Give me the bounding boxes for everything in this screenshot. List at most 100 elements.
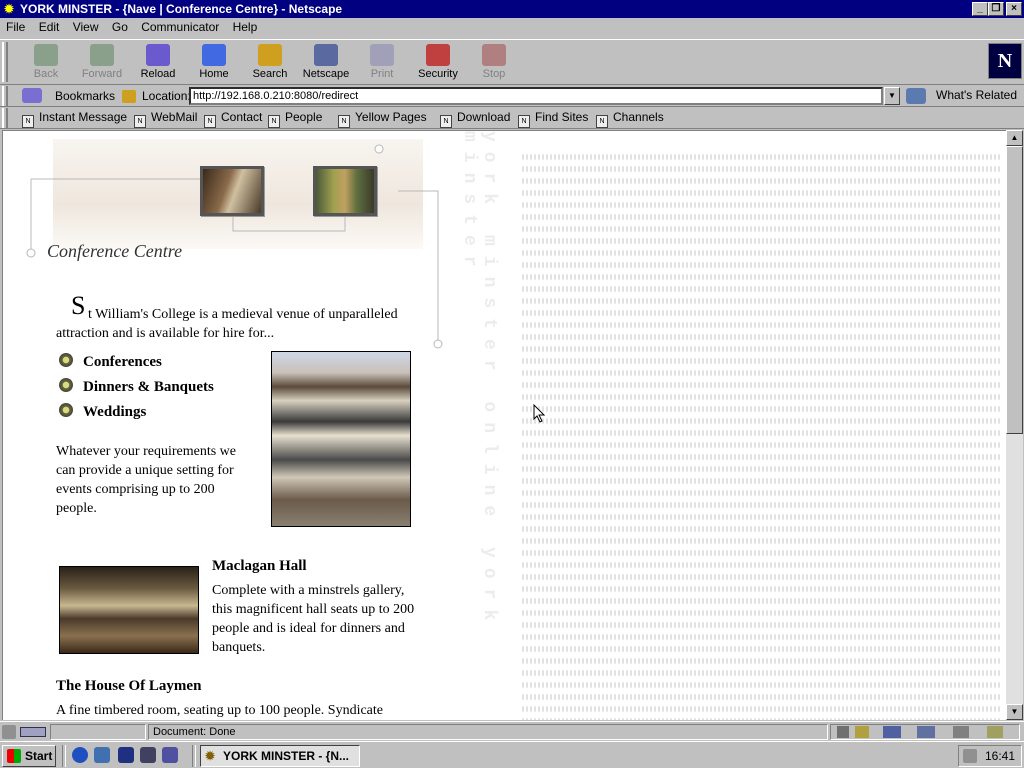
messenger-icon[interactable] bbox=[855, 726, 869, 738]
menu-bar: File Edit View Go Communicator Help bbox=[0, 18, 1024, 38]
personal-toolbar: N Instant Message N WebMail N Contact N People N… bbox=[0, 107, 1024, 129]
security-lock-icon[interactable] bbox=[2, 725, 16, 739]
navigator-icon[interactable] bbox=[837, 726, 849, 738]
intro-text: t William's College is a medieval venue … bbox=[56, 307, 398, 341]
scheduler-icon[interactable] bbox=[963, 749, 977, 763]
composer-icon[interactable] bbox=[987, 726, 1003, 738]
personal-item-contact[interactable]: N Contact bbox=[204, 110, 262, 128]
bookmarks-icon[interactable] bbox=[22, 88, 42, 103]
menu-go[interactable]: Go bbox=[108, 18, 134, 34]
maximize-button[interactable]: ❐ bbox=[988, 2, 1004, 16]
security-button[interactable]: Security bbox=[410, 44, 466, 84]
address-book-icon[interactable] bbox=[953, 726, 969, 738]
back-button[interactable]: Back bbox=[18, 44, 74, 84]
home-icon bbox=[202, 44, 226, 66]
print-button[interactable]: Print bbox=[354, 44, 410, 84]
personal-item-webmail[interactable]: N WebMail bbox=[134, 110, 197, 128]
print-icon bbox=[370, 44, 394, 66]
page-title: Conference Centre bbox=[47, 241, 183, 261]
list-item: Dinners & Banquets bbox=[59, 378, 214, 396]
hall-title: Maclagan Hall bbox=[212, 558, 307, 574]
clock[interactable]: 16:41 bbox=[985, 749, 1015, 763]
yellow-pages-icon: N bbox=[338, 115, 350, 128]
status-text: Document: Done bbox=[148, 724, 828, 740]
location-grip[interactable] bbox=[2, 86, 8, 106]
mail-icon[interactable] bbox=[883, 726, 901, 738]
taskbar-window-button[interactable]: ✹ YORK MINSTER - {N... bbox=[200, 745, 360, 767]
newsgroups-icon[interactable] bbox=[917, 726, 935, 738]
netscape-window-icon: ✹ bbox=[3, 2, 15, 16]
taskbar-divider bbox=[192, 745, 196, 767]
channels-icon[interactable] bbox=[140, 747, 156, 763]
dotted-background bbox=[521, 151, 1001, 720]
taskbar-divider bbox=[62, 745, 66, 767]
forward-button[interactable]: Forward bbox=[74, 44, 130, 84]
personal-item-instant-message[interactable]: N Instant Message bbox=[22, 110, 127, 128]
stop-icon bbox=[482, 44, 506, 66]
reload-button[interactable]: Reload bbox=[130, 44, 186, 84]
rose-bullet-icon bbox=[59, 378, 73, 392]
menu-communicator[interactable]: Communicator bbox=[137, 18, 225, 34]
close-button[interactable]: × bbox=[1006, 2, 1022, 16]
hall-text: Complete with a minstrels gallery, this … bbox=[212, 583, 415, 655]
internet-explorer-icon[interactable] bbox=[72, 747, 88, 763]
vertical-scrollbar[interactable]: ▲ ▼ bbox=[1006, 130, 1023, 720]
mouse-cursor-icon bbox=[533, 404, 546, 423]
laymen-title: The House Of Laymen bbox=[56, 678, 202, 694]
location-toolbar: Bookmarks Location: http://192.168.0.210… bbox=[0, 85, 1024, 107]
menu-file[interactable]: File bbox=[2, 18, 31, 34]
whats-related-icon[interactable] bbox=[906, 88, 926, 104]
reload-icon bbox=[146, 44, 170, 66]
bookmarks-button[interactable]: Bookmarks bbox=[55, 89, 115, 103]
rose-bullet-icon bbox=[59, 403, 73, 417]
maclagan-hall-photo bbox=[59, 566, 199, 654]
netscape-logo-icon[interactable]: N bbox=[988, 43, 1022, 79]
component-bar bbox=[830, 724, 1020, 740]
personal-item-channels[interactable]: N Channels bbox=[596, 110, 664, 128]
webmail-icon: N bbox=[134, 115, 146, 128]
netscape-quicklaunch-icon[interactable] bbox=[162, 747, 178, 763]
scroll-thumb[interactable] bbox=[1006, 146, 1023, 434]
search-button[interactable]: Search bbox=[242, 44, 298, 84]
page-proxy-icon[interactable] bbox=[122, 90, 136, 103]
scroll-up-button[interactable]: ▲ bbox=[1006, 130, 1023, 146]
download-icon: N bbox=[440, 115, 452, 128]
list-item: Weddings bbox=[59, 403, 146, 421]
college-photo bbox=[271, 351, 411, 527]
forward-arrow-icon bbox=[90, 44, 114, 66]
whats-related-button[interactable]: What's Related bbox=[936, 88, 1017, 102]
personal-grip[interactable] bbox=[2, 108, 8, 128]
scroll-down-button[interactable]: ▼ bbox=[1006, 704, 1023, 720]
laymen-text: A fine timbered room, seating up to 100 … bbox=[56, 703, 383, 718]
rose-bullet-icon bbox=[59, 353, 73, 367]
nave-thumbnail[interactable] bbox=[200, 166, 264, 216]
menu-edit[interactable]: Edit bbox=[35, 18, 66, 34]
progress-field bbox=[50, 724, 146, 740]
channels-icon: N bbox=[596, 115, 608, 128]
requirements-text: Whatever your requirements we can provid… bbox=[56, 444, 236, 516]
personal-item-yellow-pages[interactable]: N Yellow Pages bbox=[338, 110, 427, 128]
menu-view[interactable]: View bbox=[69, 18, 105, 34]
minimize-button[interactable]: _ bbox=[972, 2, 988, 16]
menu-help[interactable]: Help bbox=[229, 18, 264, 34]
personal-item-find-sites[interactable]: N Find Sites bbox=[518, 110, 588, 128]
people-icon: N bbox=[268, 115, 280, 128]
netscape-button[interactable]: Netscape bbox=[298, 44, 354, 84]
show-desktop-icon[interactable] bbox=[118, 747, 134, 763]
personal-item-download[interactable]: N Download bbox=[440, 110, 510, 128]
url-dropdown-button[interactable]: ▼ bbox=[884, 87, 900, 105]
netscape-task-icon: ✹ bbox=[205, 749, 216, 763]
outlook-express-icon[interactable] bbox=[94, 747, 110, 763]
toolbar-grip[interactable] bbox=[2, 42, 8, 82]
start-button[interactable]: Start bbox=[2, 745, 56, 767]
page-content: york minster online york minster Confere… bbox=[2, 130, 1006, 720]
contact-icon: N bbox=[204, 115, 216, 128]
navigation-toolbar: Back Forward Reload Home Search Netscape Print… bbox=[0, 39, 1024, 85]
location-label: Location: bbox=[142, 89, 191, 103]
stop-button[interactable]: Stop bbox=[466, 44, 522, 84]
personal-item-people[interactable]: N People bbox=[268, 110, 322, 128]
list-item: Conferences bbox=[59, 353, 162, 371]
home-button[interactable]: Home bbox=[186, 44, 242, 84]
url-field[interactable]: http://192.168.0.210:8080/redirect bbox=[189, 87, 883, 105]
stained-glass-thumbnail[interactable] bbox=[313, 166, 377, 216]
